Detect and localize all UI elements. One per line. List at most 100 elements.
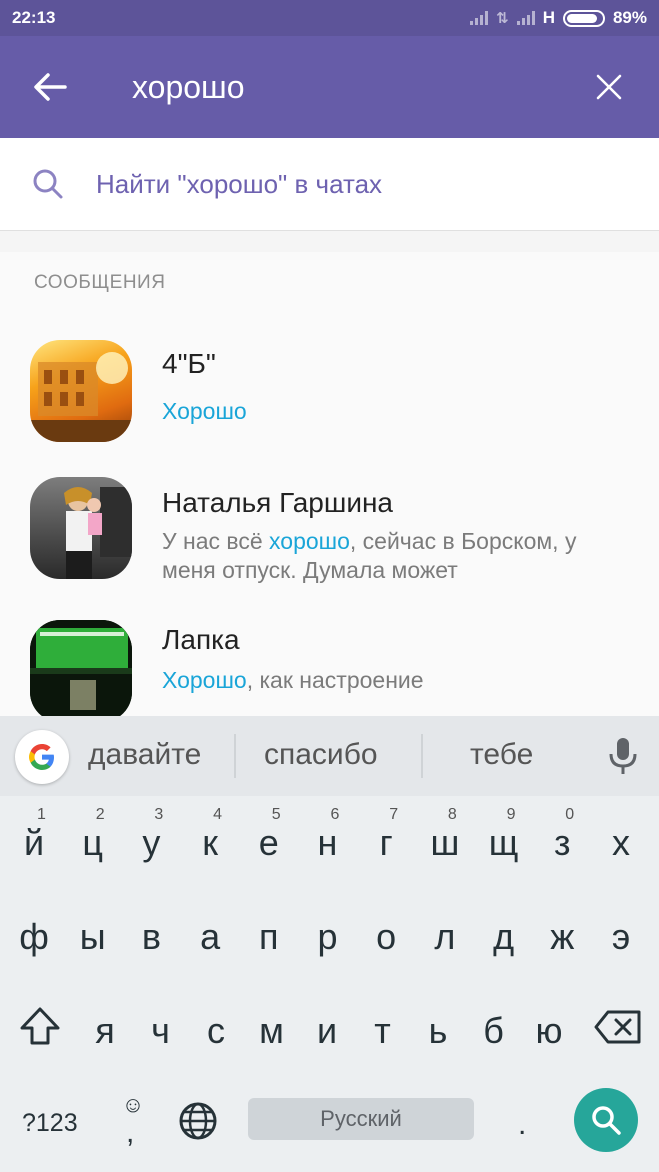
status-bar: 22:13 ⇅ H 89% [0,0,659,36]
space-key[interactable]: Русский [248,1098,474,1140]
key-hint-number: 1 [37,806,46,823]
key[interactable]: з0 [537,806,587,864]
highlighted-match: хорошо [269,528,350,554]
mic-icon[interactable] [606,736,640,781]
key[interactable]: б [469,1010,519,1052]
message-snippet: Хорошо, как настроение [162,666,632,695]
key-label: ь [428,1010,448,1051]
key[interactable]: ю [524,1010,574,1052]
key[interactable]: с [191,1010,241,1052]
key-label: ж [550,916,575,957]
viber-search-screen: 22:13 ⇅ H 89% хорошо Найти "хорошо" в ча… [0,0,659,1172]
key[interactable]: д [479,916,529,958]
key[interactable]: р [303,916,353,958]
message-result-item[interactable]: 4"Б" Хорошо [0,340,659,480]
signal-icon [470,11,489,25]
google-button[interactable] [15,730,69,784]
symbols-key[interactable]: ?123 [22,1109,78,1138]
key[interactable]: н6 [303,806,353,864]
signal-icon-2 [516,11,535,25]
key[interactable]: у3 [126,806,176,864]
key-label: с [207,1010,225,1051]
key[interactable]: о [361,916,411,958]
key-label: х [612,822,630,863]
key[interactable]: т [358,1010,408,1052]
battery-percent: 89% [612,8,647,27]
key-label: о [376,916,397,957]
key-hint-number: 6 [330,806,340,823]
key-label: п [259,916,279,957]
key-label: ш [430,822,460,863]
search-query-input[interactable]: хорошо [100,69,559,106]
key-label: ю [535,1010,563,1051]
section-title: СООБЩЕНИЯ [34,272,166,293]
key[interactable]: я [80,1010,130,1052]
key[interactable]: и [302,1010,352,1052]
chat-name: Лапка [162,624,240,655]
key[interactable]: ц2 [68,806,118,864]
key[interactable]: к4 [185,806,235,864]
message-result-item[interactable]: Наталья Гаршина У нас всё хорошо, сейчас… [0,477,659,617]
search-action-key[interactable] [574,1088,638,1152]
key-label: н [317,822,338,863]
key[interactable]: е5 [244,806,294,864]
avatar [30,477,132,579]
key[interactable]: л [420,916,470,958]
key[interactable]: м [247,1010,297,1052]
google-g-icon [29,744,54,770]
key-label: б [483,1010,504,1051]
search-toolbar: хорошо [0,36,659,138]
back-button[interactable] [0,36,100,138]
suggestion[interactable]: давайте [88,738,201,772]
key-hint-number: 9 [506,806,516,823]
key-label: щ [488,822,519,863]
key[interactable]: г7 [361,806,411,864]
key-label: у [142,822,161,863]
key[interactable]: ж [537,916,587,958]
divider [234,734,236,778]
message-snippet: У нас всё хорошо, сейчас в Борском, у ме… [162,527,632,585]
period-key[interactable]: . [518,1108,526,1142]
key[interactable]: ш8 [420,806,470,864]
emoji-key[interactable]: ☺ [120,1092,146,1118]
key-hint-number: 3 [154,806,164,823]
key-label: э [611,916,631,957]
key-hint-number: 8 [447,806,457,823]
key[interactable]: щ9 [479,806,529,864]
key-hint-number: 7 [389,806,399,823]
key[interactable]: ф [9,916,59,958]
key[interactable]: ч [136,1010,186,1052]
chat-name: Наталья Гаршина [162,487,393,518]
suggestion[interactable]: спасибо [264,738,378,772]
key-label: р [317,916,338,957]
key-hint-number: 0 [565,806,575,823]
key-label: я [95,1010,115,1051]
find-in-chats-row[interactable]: Найти "хорошо" в чатах [0,138,659,231]
key[interactable]: ы [68,916,118,958]
key-label: к [202,822,218,863]
snippet-text: У нас всё [162,528,270,554]
key[interactable]: ь [413,1010,463,1052]
key[interactable]: в [126,916,176,958]
divider [421,734,423,778]
key[interactable]: а [185,916,235,958]
chat-name: 4"Б" [162,348,216,379]
backspace-key[interactable] [594,1010,642,1049]
key[interactable]: х [596,822,646,864]
clear-search-button[interactable] [559,36,659,138]
shift-icon [20,1007,60,1045]
key-label: л [434,916,456,957]
language-key[interactable] [178,1101,218,1146]
key[interactable]: п [244,916,294,958]
message-snippet: Хорошо [162,397,632,426]
key[interactable]: э [596,916,646,958]
avatar [30,340,132,442]
key[interactable]: й1 [9,806,59,864]
suggestion[interactable]: тебе [470,738,533,772]
battery-icon [562,9,605,27]
shift-key[interactable] [18,1006,62,1051]
backspace-icon [594,1010,641,1044]
key-label: е [258,822,279,863]
comma-key[interactable]: , [126,1116,134,1150]
key-label: а [200,916,221,957]
